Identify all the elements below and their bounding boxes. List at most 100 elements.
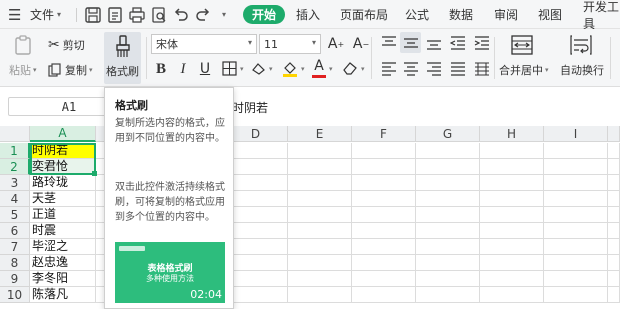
cell[interactable] — [416, 223, 480, 239]
cell-a[interactable]: 奕君怆 — [30, 159, 96, 175]
row-header[interactable]: 6 — [0, 223, 30, 239]
cell[interactable] — [352, 223, 416, 239]
cell[interactable] — [544, 271, 608, 287]
align-middle-button[interactable] — [400, 32, 421, 53]
cut-button[interactable]: ✂ 剪切 — [48, 37, 85, 53]
column-header-e[interactable]: E — [288, 126, 352, 142]
cell-a[interactable]: 路玲珑 — [30, 175, 96, 191]
cell[interactable] — [608, 271, 620, 287]
chevron-down-icon[interactable]: ▾ — [361, 65, 365, 73]
column-header-g[interactable]: G — [416, 126, 480, 142]
cell-style-icon[interactable] — [251, 61, 266, 76]
export-pdf-icon[interactable] — [106, 6, 124, 24]
cell[interactable] — [288, 223, 352, 239]
chevron-down-icon[interactable]: ▾ — [329, 65, 333, 73]
cell[interactable] — [544, 191, 608, 207]
cell[interactable] — [288, 143, 352, 159]
cell[interactable] — [416, 175, 480, 191]
row-header[interactable]: 7 — [0, 239, 30, 255]
cell[interactable] — [608, 239, 620, 255]
tab-view[interactable]: 视图 — [538, 0, 562, 29]
borders-icon[interactable] — [222, 61, 237, 76]
cell[interactable] — [608, 143, 620, 159]
fill-color-icon[interactable] — [282, 60, 298, 77]
cell[interactable] — [416, 143, 480, 159]
column-header-j[interactable] — [608, 126, 620, 142]
cell[interactable] — [544, 239, 608, 255]
row-header[interactable]: 8 — [0, 255, 30, 271]
tab-formulas[interactable]: 公式 — [405, 0, 429, 29]
column-header-a[interactable]: A — [30, 126, 96, 142]
chevron-down-icon[interactable]: ▾ — [240, 65, 244, 73]
merge-center-button[interactable]: 合并居中 ▾ — [499, 62, 549, 78]
decrease-font-icon[interactable]: A − — [352, 35, 370, 53]
hamburger-menu-icon[interactable]: ☰ — [8, 0, 21, 29]
paste-icon[interactable] — [13, 34, 35, 56]
cell[interactable] — [544, 207, 608, 223]
file-menu[interactable]: 文件 ▾ — [30, 0, 61, 29]
distributed-align-icon[interactable] — [474, 62, 490, 76]
increase-font-icon[interactable]: A + — [327, 35, 345, 53]
cell[interactable] — [480, 271, 544, 287]
cell[interactable] — [416, 255, 480, 271]
chevron-down-icon[interactable]: ▾ — [301, 65, 305, 73]
cell[interactable] — [544, 175, 608, 191]
cell[interactable] — [544, 287, 608, 303]
cell[interactable] — [288, 207, 352, 223]
cell[interactable] — [352, 207, 416, 223]
cell-a[interactable]: 李冬阳 — [30, 271, 96, 287]
cell-a[interactable]: 赵忠逸 — [30, 255, 96, 271]
cell-a[interactable]: 时震 — [30, 223, 96, 239]
cell[interactable] — [480, 175, 544, 191]
merge-center-icon[interactable] — [511, 35, 533, 55]
font-color-icon[interactable]: A — [312, 58, 326, 74]
align-bottom-icon[interactable] — [426, 36, 442, 50]
cell[interactable] — [544, 255, 608, 271]
cell[interactable] — [608, 223, 620, 239]
cell[interactable] — [352, 239, 416, 255]
align-left-icon[interactable] — [381, 62, 397, 76]
column-header-h[interactable]: H — [480, 126, 544, 142]
cell[interactable] — [288, 239, 352, 255]
format-painter-button[interactable]: 格式刷 — [104, 32, 141, 84]
undo-icon[interactable] — [172, 6, 190, 24]
cell[interactable] — [608, 159, 620, 175]
row-header[interactable]: 4 — [0, 191, 30, 207]
cell[interactable] — [608, 175, 620, 191]
cell[interactable] — [480, 239, 544, 255]
tab-insert[interactable]: 插入 — [296, 0, 320, 29]
cell-a[interactable]: 时阴若 — [30, 143, 96, 159]
print-icon[interactable] — [128, 6, 146, 24]
cell-a[interactable]: 毕涩之 — [30, 239, 96, 255]
cell[interactable] — [416, 287, 480, 303]
align-top-icon[interactable] — [381, 36, 397, 50]
cell[interactable] — [544, 159, 608, 175]
cell[interactable] — [416, 271, 480, 287]
cell[interactable] — [608, 191, 620, 207]
select-all-corner[interactable] — [0, 126, 30, 142]
save-icon[interactable] — [84, 6, 102, 24]
fill-handle[interactable] — [92, 171, 97, 176]
tab-page-layout[interactable]: 页面布局 — [340, 0, 388, 29]
cell[interactable] — [480, 287, 544, 303]
cell[interactable] — [352, 159, 416, 175]
column-header-f[interactable]: F — [352, 126, 416, 142]
cell-a[interactable]: 正道 — [30, 207, 96, 223]
row-header[interactable]: 1 — [0, 143, 30, 159]
cell[interactable] — [608, 287, 620, 303]
cell[interactable] — [352, 255, 416, 271]
cell[interactable] — [416, 159, 480, 175]
cell[interactable] — [288, 175, 352, 191]
row-header[interactable]: 5 — [0, 207, 30, 223]
copy-button[interactable]: 复制 ▾ — [48, 62, 93, 78]
font-name-select[interactable]: 宋体 ▾ — [151, 34, 257, 54]
cell-a[interactable]: 陈落凡 — [30, 287, 96, 303]
decrease-indent-icon[interactable] — [450, 36, 466, 50]
cell[interactable] — [288, 271, 352, 287]
cell[interactable] — [288, 287, 352, 303]
tab-home[interactable]: 开始 — [243, 5, 286, 24]
tab-developer[interactable]: 开发工具 — [583, 0, 620, 31]
cell[interactable] — [480, 207, 544, 223]
cell[interactable] — [608, 255, 620, 271]
redo-icon[interactable] — [194, 6, 212, 24]
